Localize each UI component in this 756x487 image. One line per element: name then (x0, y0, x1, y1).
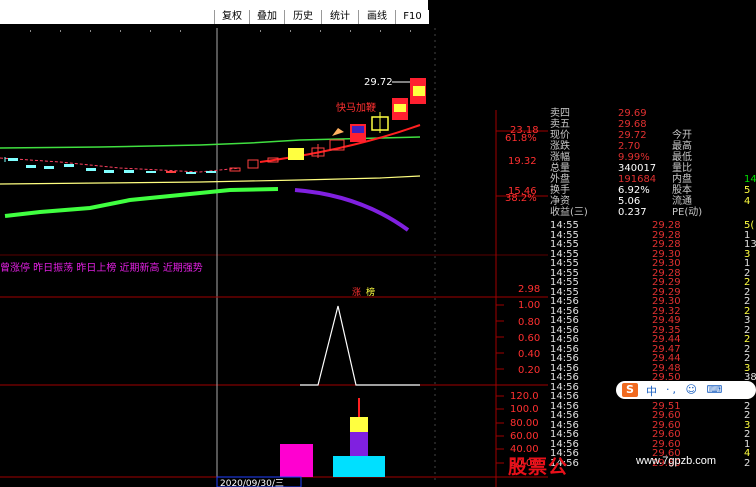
quote-row: 外盘 191684 内盘 14 (548, 174, 756, 185)
quote-label: 卖五 (550, 119, 570, 130)
quote-value: 9.99% (618, 152, 650, 163)
ind1-signal-line (300, 305, 420, 386)
ind2-axis-label: 100.0 (510, 404, 539, 415)
quote-value-secondary: 4 (744, 196, 751, 207)
quote-row: 收益(三) 0.237 PE(动) (548, 207, 756, 218)
quote-row: 总量 340017 量比 (548, 163, 756, 174)
quote-row: 卖五 29.68 (548, 119, 756, 130)
date-label: 2020/09/30/三 (220, 479, 284, 487)
ind2-axis-ticks (496, 395, 504, 464)
quote-label-secondary: 股本 (672, 185, 692, 196)
ind2-axis-label: 120.0 (510, 391, 539, 402)
quote-value: 29.69 (618, 108, 647, 119)
quote-value: 191684 (618, 174, 657, 185)
ind1-axis-label: 2.98 (518, 284, 540, 295)
axis-label-low-pct: 38.2% (505, 193, 537, 204)
quote-label: 净资 (550, 196, 570, 207)
quote-row: 净资 5.06 流通 4 (548, 196, 756, 207)
high-price-label: 29.72 (364, 77, 393, 88)
tick-volume: 2 (744, 457, 751, 469)
quote-row: 现价 29.72 今开 (548, 130, 756, 141)
ind1-axis-label: 1.00 (518, 300, 540, 311)
ind2-axis-label: 60.00 (510, 431, 539, 442)
ind1-axis-label: 0.60 (518, 333, 540, 344)
quote-label: 涨幅 (550, 152, 570, 163)
quote-label: 总量 (550, 163, 570, 174)
top-dot-row (30, 30, 411, 32)
signal-tag-zhang: 涨 (352, 287, 361, 298)
ma-line-yellow (0, 175, 421, 185)
ime-toolbar[interactable]: S 中 ·, ☺ ⌨ (616, 381, 756, 399)
candles-small (4, 157, 279, 174)
ime-logo-icon: S (622, 383, 638, 397)
watermark-logo: 股票公 (508, 456, 569, 478)
annotation-label: 快马加鞭 (336, 101, 376, 114)
quote-value: 0.237 (618, 207, 647, 218)
watermark-url: www.7gpzb.com (636, 455, 717, 467)
quote-value: 5.06 (618, 196, 641, 207)
quote-label: 涨跌 (550, 141, 570, 152)
ind1-axis-label: 0.20 (518, 365, 540, 376)
signal-tag-bang: 榜 (366, 286, 375, 298)
ma-line-purple (294, 188, 410, 232)
ind2-bar-cyan (333, 456, 385, 477)
quote-label: 外盘 (550, 174, 570, 185)
ime-language-toggle[interactable]: 中 (646, 383, 657, 399)
quote-label-secondary: PE(动) (672, 207, 703, 218)
ime-tools[interactable]: ·, ☺ ⌨ (666, 383, 725, 396)
axis-label-top-pct: 61.8% (505, 133, 537, 144)
quote-label: 换手 (550, 185, 570, 196)
ind2-axis-label: 80.00 (510, 418, 539, 429)
quote-label: 现价 (550, 130, 570, 141)
ma-line-bright-green (4, 187, 279, 218)
axis-label-mid-value: 19.32 (508, 156, 537, 167)
quote-value: 6.92% (618, 185, 650, 196)
quote-value: 29.72 (618, 130, 647, 141)
quote-value: 340017 (618, 163, 657, 174)
quote-label-secondary: 最高 (672, 141, 692, 152)
ind1-axis-label: 0.40 (518, 349, 540, 360)
quote-label-secondary: 最低 (672, 152, 692, 163)
ind1-axis: 2.98 1.00 0.80 0.60 0.40 0.20 (518, 284, 540, 376)
quote-value-secondary: 5 (744, 185, 751, 196)
vertical-gridlines (216, 28, 436, 480)
quote-row: 换手 6.92% 股本 5 (548, 185, 756, 196)
quote-label-secondary: 今开 (672, 130, 692, 141)
quote-label: 卖四 (550, 108, 570, 119)
ind1-axis-ticks (496, 304, 504, 370)
kline-chart[interactable]: 29.72 快马加鞭 23.18 61.8% 19.32 15.46 38.2%… (0, 0, 548, 487)
ind2-bar-yellow (350, 417, 368, 432)
quote-value-secondary: 14 (744, 174, 756, 185)
ind1-axis-label: 0.80 (518, 317, 540, 328)
quote-label: 收益(三) (550, 207, 588, 218)
quote-value: 2.70 (618, 141, 641, 152)
ind2-bar-magenta (280, 444, 313, 477)
quote-label-secondary: 内盘 (672, 174, 692, 185)
ind2-bar-purple (350, 432, 368, 456)
quote-label-secondary: 量比 (672, 163, 692, 174)
quote-value: 29.68 (618, 119, 647, 130)
quote-row: 涨幅 9.99% 最低 (548, 152, 756, 163)
quote-label-secondary: 流通 (672, 196, 692, 207)
quote-panel: 卖四 29.69 卖五 29.68 现价 29.72 今开涨跌 2.70 最高涨幅 9.99% 最低… (548, 108, 756, 487)
quote-row: 卖四 29.69 (548, 108, 756, 119)
quote-row: 涨跌 2.70 最高 (548, 141, 756, 152)
signal-legend: 曾涨停 昨日振荡 昨日上榜 近期新高 近期强势 (0, 261, 203, 274)
candles-rising (288, 78, 426, 160)
